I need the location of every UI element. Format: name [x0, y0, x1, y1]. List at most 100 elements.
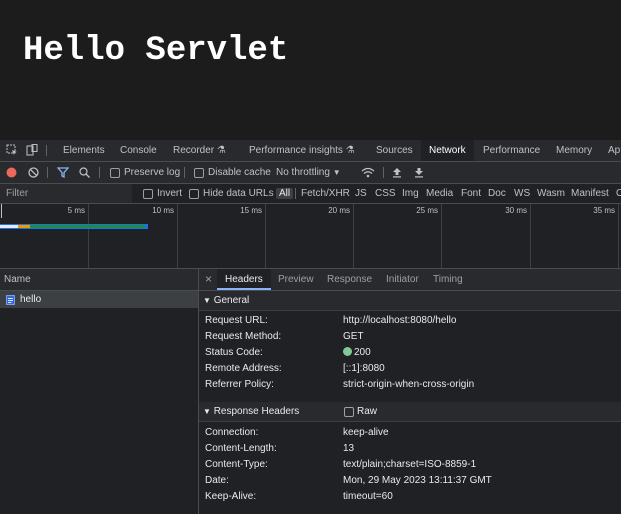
- tab-performance-insights[interactable]: Performance insights ⚗: [242, 140, 362, 161]
- header-key: Status Code:: [205, 347, 263, 358]
- tab-separator: [46, 145, 47, 156]
- collapse-triangle-icon: ▼: [203, 296, 211, 305]
- tick-gridline: [88, 204, 89, 268]
- tick-label: 10 ms: [152, 206, 174, 215]
- header-key: Date:: [205, 475, 229, 486]
- tick-label: 15 ms: [240, 206, 262, 215]
- tick-gridline: [530, 204, 531, 268]
- filter-placeholder: Filter: [6, 188, 29, 199]
- header-key: Request URL:: [205, 315, 268, 326]
- filter-type-ws[interactable]: WS: [514, 184, 530, 203]
- preserve-log-label: Preserve log: [124, 167, 181, 178]
- tab-initiator[interactable]: Initiator: [386, 269, 419, 290]
- tab-timing[interactable]: Timing: [433, 269, 463, 290]
- tab-application[interactable]: Ap: [601, 140, 621, 161]
- request-details: × Headers Preview Response Initiator Tim…: [199, 269, 621, 514]
- tick-label: 30 ms: [505, 206, 527, 215]
- status-code-value: 200: [343, 345, 371, 361]
- filter-type-js[interactable]: JS: [355, 184, 367, 203]
- tick-label: 25 ms: [416, 206, 438, 215]
- tab-sources[interactable]: Sources: [369, 140, 420, 161]
- hide-data-urls-checkbox[interactable]: [189, 189, 199, 199]
- timeline-overview[interactable]: 5 ms 10 ms 15 ms 20 ms 25 ms 30 ms 35 ms: [0, 204, 621, 269]
- response-headers-title: Response Headers: [213, 406, 300, 417]
- document-icon: [6, 295, 15, 305]
- tick-label: 35 ms: [593, 206, 615, 215]
- filter-type-other[interactable]: O: [616, 184, 621, 203]
- tab-response[interactable]: Response: [327, 269, 372, 290]
- filter-input[interactable]: Filter: [0, 184, 132, 203]
- tick-label: 5 ms: [67, 206, 85, 215]
- collapse-triangle-icon: ▼: [203, 407, 211, 416]
- throttling-value: No throttling: [276, 167, 330, 178]
- filter-type-wasm[interactable]: Wasm: [537, 184, 565, 203]
- tab-headers[interactable]: Headers: [217, 269, 271, 290]
- filter-type-manifest[interactable]: Manifest: [571, 184, 609, 203]
- throttling-select[interactable]: No throttling ▼: [276, 162, 341, 183]
- filter-type-fetch-xhr[interactable]: Fetch/XHR: [301, 184, 350, 203]
- filter-bar: Filter Invert Hide data URLs All Fetch/X…: [0, 184, 621, 204]
- chevron-down-icon: ▼: [332, 168, 341, 177]
- general-section-header[interactable]: ▼ General: [199, 291, 621, 311]
- header-value: strict-origin-when-cross-origin: [343, 379, 475, 390]
- close-details-icon[interactable]: ×: [205, 269, 212, 290]
- status-ok-dot-icon: [343, 347, 352, 356]
- device-toolbar-icon[interactable]: [26, 144, 38, 156]
- filter-type-font[interactable]: Font: [461, 184, 481, 203]
- network-lower-area: Name hello × Headers Preview Response In…: [0, 269, 621, 514]
- header-value: timeout=60: [343, 491, 393, 502]
- general-title: General: [213, 295, 250, 306]
- invert-checkbox[interactable]: [143, 189, 153, 199]
- filter-type-all[interactable]: All: [276, 187, 294, 200]
- network-conditions-icon[interactable]: [361, 167, 375, 178]
- header-value: [::1]:8080: [343, 363, 385, 374]
- disable-cache-checkbox[interactable]: [194, 168, 204, 178]
- filter-icon[interactable]: [57, 167, 69, 178]
- toolbar-separator: [184, 167, 185, 178]
- tab-recorder[interactable]: Recorder ⚗: [166, 140, 233, 161]
- search-icon[interactable]: [79, 167, 90, 178]
- tab-console[interactable]: Console: [113, 140, 164, 161]
- page-content: Hello Servlet: [0, 0, 621, 140]
- tab-performance[interactable]: Performance: [476, 140, 547, 161]
- response-headers-section-header[interactable]: ▼ Response Headers Raw: [199, 402, 621, 422]
- filter-type-doc[interactable]: Doc: [488, 184, 506, 203]
- tab-performance-insights-label: Performance insights: [249, 145, 343, 156]
- record-icon[interactable]: [6, 167, 17, 178]
- export-har-icon[interactable]: [414, 167, 424, 178]
- timeline-start-marker: [1, 204, 2, 218]
- preserve-log-checkbox[interactable]: [110, 168, 120, 178]
- name-column-header[interactable]: Name: [0, 269, 198, 291]
- raw-label: Raw: [357, 406, 378, 417]
- header-key: Keep-Alive:: [205, 491, 257, 502]
- disable-cache-label: Disable cache: [208, 167, 271, 178]
- header-key: Content-Type:: [205, 459, 268, 470]
- clear-icon[interactable]: [28, 167, 39, 178]
- status-code-text: 200: [354, 347, 371, 358]
- tick-gridline: [353, 204, 354, 268]
- inspect-element-icon[interactable]: [6, 144, 18, 156]
- filter-type-all-label: All: [276, 188, 294, 199]
- header-key: Remote Address:: [205, 363, 282, 374]
- filter-type-css[interactable]: CSS: [375, 184, 396, 203]
- header-value: text/plain;charset=ISO-8859-1: [343, 459, 477, 470]
- page-heading: Hello Servlet: [23, 32, 289, 70]
- tick-gridline: [177, 204, 178, 268]
- filter-separator: [295, 188, 296, 199]
- tab-memory[interactable]: Memory: [549, 140, 599, 161]
- raw-checkbox[interactable]: [344, 407, 354, 417]
- header-key: Request Method:: [205, 331, 282, 342]
- tab-network[interactable]: Network: [421, 140, 474, 161]
- filter-type-media[interactable]: Media: [426, 184, 453, 203]
- tab-elements[interactable]: Elements: [56, 140, 112, 161]
- devtools-panel: Elements Console Recorder ⚗ Performance …: [0, 140, 621, 514]
- tick-gridline: [618, 204, 619, 268]
- header-value: 13: [343, 443, 355, 454]
- import-har-icon[interactable]: [392, 167, 402, 178]
- tab-preview[interactable]: Preview: [278, 269, 314, 290]
- filter-type-img[interactable]: Img: [402, 184, 419, 203]
- request-bar-queue: [0, 225, 18, 228]
- tick-label: 20 ms: [328, 206, 350, 215]
- header-key: Connection:: [205, 427, 259, 438]
- request-row-hello[interactable]: hello: [0, 291, 198, 308]
